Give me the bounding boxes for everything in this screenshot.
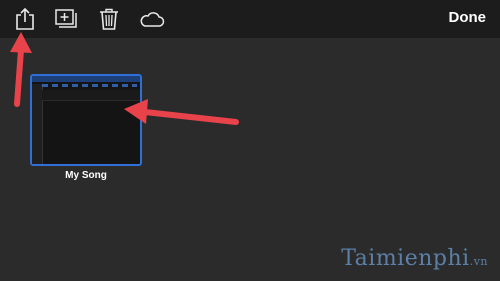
watermark-suffix: .vn xyxy=(469,255,488,268)
project-annotation-arrow xyxy=(124,99,239,125)
watermark-logo: Taimienphi.vn xyxy=(341,246,488,271)
annotation-arrows xyxy=(10,32,239,125)
share-annotation-arrow xyxy=(10,32,32,107)
watermark-text: Taimienphi xyxy=(341,246,470,271)
